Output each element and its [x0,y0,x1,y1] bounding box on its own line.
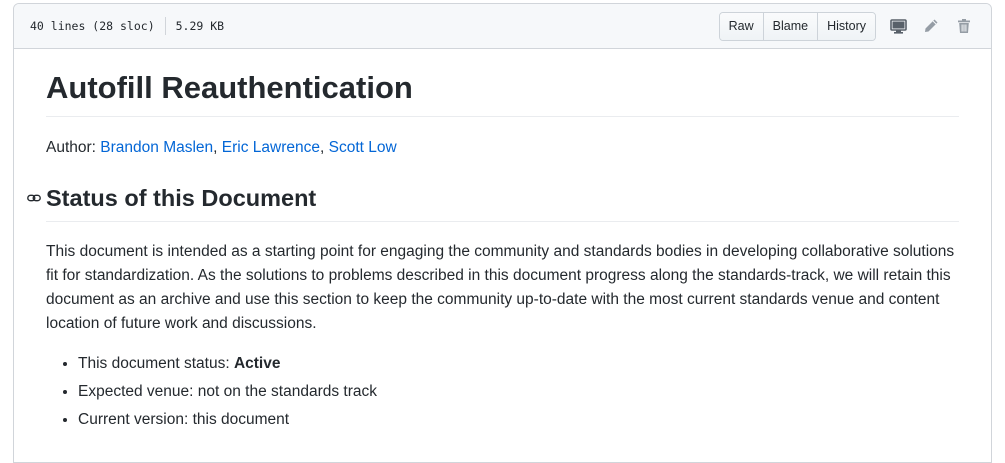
author-separator: , [213,139,222,157]
view-button-group: Raw Blame History [718,11,876,41]
link-icon[interactable] [26,190,42,206]
divider [164,17,166,35]
author-link-scott-low[interactable]: Scott Low [329,139,397,156]
list-item: Expected venue: not on the standards tra… [78,378,959,406]
pencil-icon[interactable] [920,15,942,37]
author-separator: , [320,139,329,157]
file-actions: Raw Blame History [718,11,975,41]
document-title: Autofill Reauthentication [46,69,959,118]
file-view: 40 lines (28 sloc) 5.29 KB Raw Blame His… [13,3,992,463]
status-value: Active [233,354,281,372]
status-heading-text: Status of this Document [46,185,317,212]
history-button[interactable]: History [818,12,875,40]
file-size: 5.29 KB [175,19,225,33]
status-label: This document status: [78,354,234,372]
author-label: Author: [46,139,101,157]
raw-button[interactable]: Raw [719,12,764,40]
desktop-icon[interactable] [887,15,909,37]
line-count: 40 lines (28 sloc) [30,19,155,33]
author-line: Author: Brandon Maslen, Eric Lawrence, S… [46,136,959,159]
blame-button[interactable]: Blame [763,12,819,40]
status-list: This document status: Active Expected ve… [46,350,959,434]
status-heading: Status of this Document [27,184,959,222]
author-link-eric-lawrence[interactable]: Eric Lawrence [222,139,320,156]
file-info: 40 lines (28 sloc) 5.29 KB [30,17,224,35]
trash-icon[interactable] [953,15,975,37]
author-link-brandon-maslen[interactable]: Brandon Maslen [100,139,213,156]
list-item: Current version: this document [78,406,959,434]
file-header: 40 lines (28 sloc) 5.29 KB Raw Blame His… [14,4,991,49]
status-paragraph: This document is intended as a starting … [46,242,955,332]
markdown-body: Autofill Reauthentication Author: Brando… [14,69,991,434]
list-item: This document status: Active [78,350,959,378]
